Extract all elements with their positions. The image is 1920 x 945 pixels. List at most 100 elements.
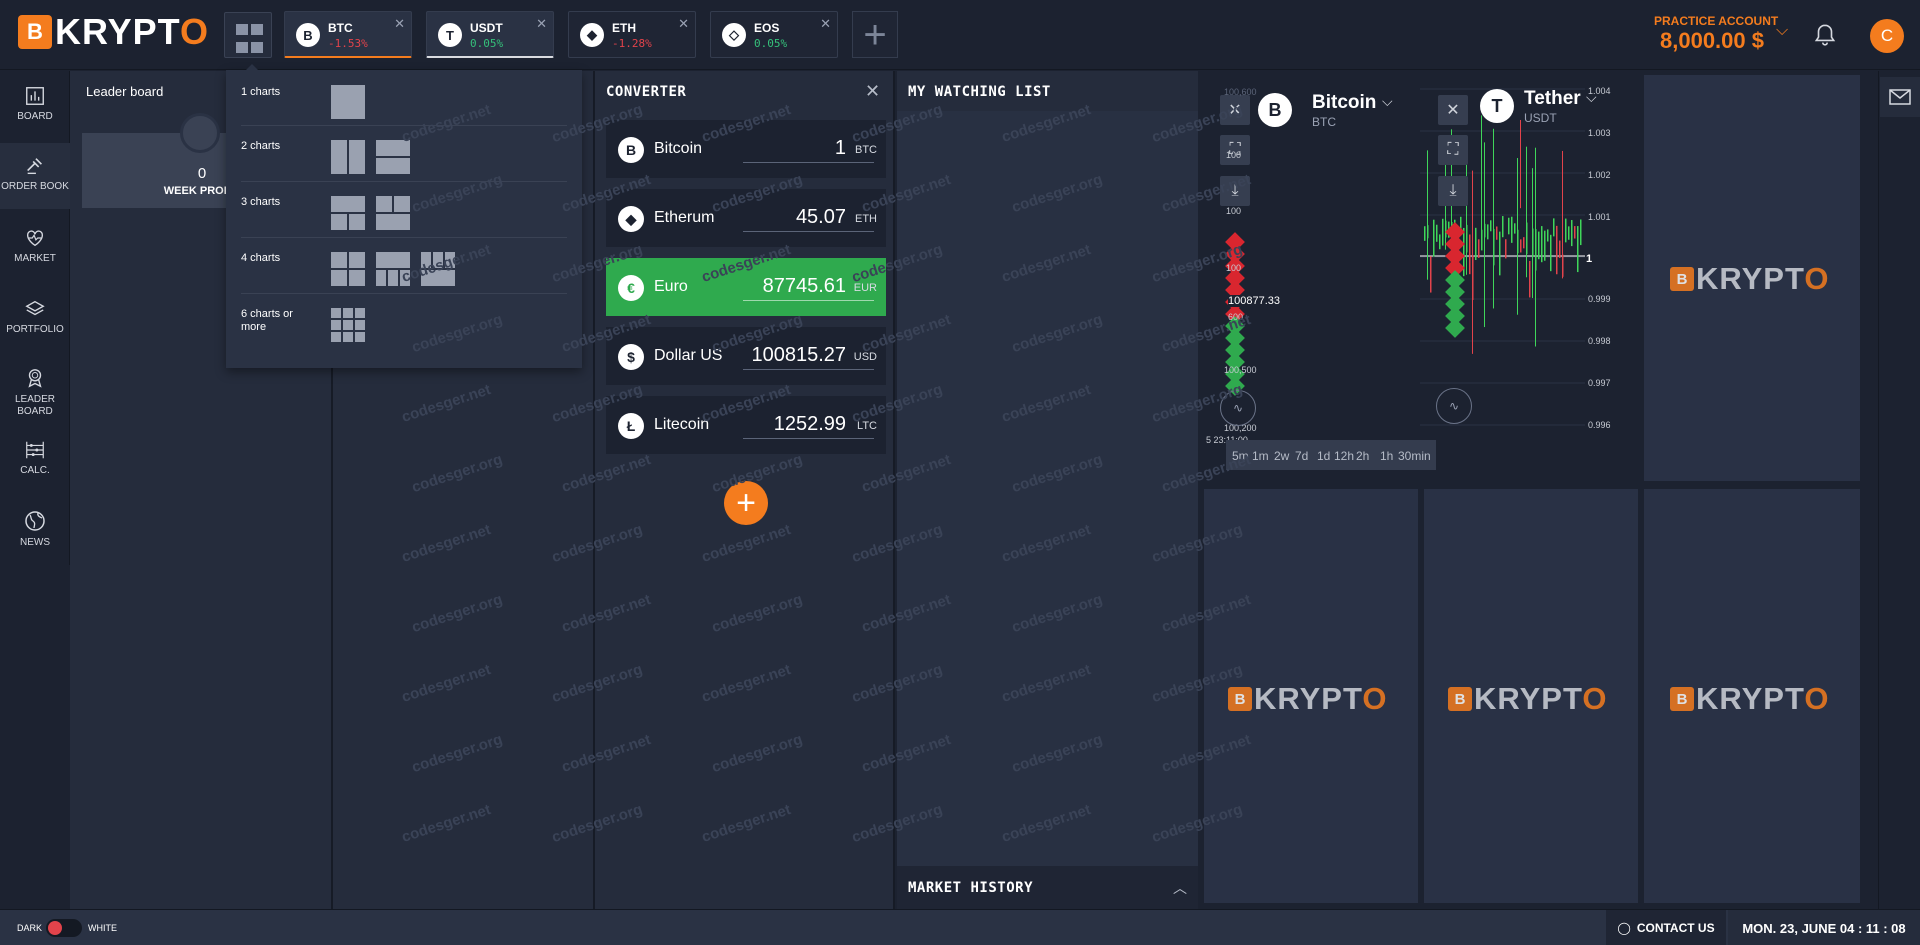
close-icon[interactable]: ✕ — [678, 16, 689, 32]
add-tab-button[interactable]: + — [852, 11, 898, 58]
layout-6-icon[interactable] — [331, 308, 365, 342]
indicators-icon[interactable]: ∿ — [1436, 388, 1472, 424]
converter-row-litecoin[interactable]: Ł Litecoin 1252.99 LTC — [606, 396, 886, 454]
candle-wick — [1481, 115, 1482, 239]
krypto-logo[interactable]: B KRYPTO — [18, 11, 209, 52]
timeframe-option[interactable]: 1m — [1252, 449, 1269, 463]
layout-4c-icon[interactable] — [421, 252, 455, 286]
sidebar-item-news[interactable]: NEWS — [0, 503, 70, 559]
chevron-up-icon[interactable]: ︿ — [1173, 878, 1187, 898]
add-currency-button[interactable]: + — [724, 481, 768, 525]
avatar[interactable]: C — [1870, 19, 1904, 53]
timeframe-option[interactable]: 2w — [1274, 449, 1289, 463]
amount-input[interactable]: 1252.99 — [774, 413, 846, 436]
layout-option-4[interactable]: 4 charts — [241, 238, 567, 294]
converter-row-euro[interactable]: € Euro 87745.61 EUR — [606, 258, 886, 316]
layout-3a-icon[interactable] — [331, 196, 365, 230]
close-icon[interactable]: ✕ — [865, 81, 880, 102]
amount-input[interactable]: 1 — [835, 137, 846, 160]
layout-option-2[interactable]: 2 charts — [241, 126, 567, 182]
bitcoin-chart-cell: B Bitcoin ⌵ BTC ✕ ⛶ ⤓ 100,600 100 100 10… — [1204, 75, 1414, 475]
chevron-down-icon[interactable]: ⌵ — [1382, 93, 1393, 110]
layout-1-icon[interactable] — [331, 85, 365, 119]
layout-4a-icon[interactable] — [331, 252, 365, 286]
krypto-logo: B KRYPTO — [1228, 681, 1387, 717]
candle — [1553, 218, 1555, 237]
empty-chart-cell[interactable]: B KRYPTO — [1644, 489, 1860, 903]
timeframe-option[interactable]: 1h — [1380, 449, 1393, 463]
download-icon[interactable]: ⤓ — [1220, 176, 1250, 206]
candle — [1547, 229, 1549, 242]
close-icon[interactable]: ✕ — [394, 16, 405, 32]
price-tick: 100,500 — [1224, 365, 1257, 375]
tab-eos[interactable]: ◇ EOS 0.05% ✕ — [710, 11, 838, 58]
candle — [1439, 234, 1441, 250]
converter-row-bitcoin[interactable]: B Bitcoin 1 BTC — [606, 120, 886, 178]
converter-row-dollar[interactable]: $ Dollar US 100815.27 USD — [606, 327, 886, 385]
layout-option-3[interactable]: 3 charts — [241, 182, 567, 238]
market-history-bar[interactable]: MARKET HISTORY ︿ — [897, 866, 1198, 909]
candle — [1577, 226, 1579, 273]
timeframe-option[interactable]: 7d — [1295, 449, 1308, 463]
download-icon[interactable]: ⤓ — [1438, 176, 1468, 206]
chart-title[interactable]: Tether — [1524, 88, 1581, 110]
indicators-icon[interactable]: ∿ — [1220, 390, 1256, 426]
candle — [1514, 223, 1516, 234]
fullscreen-icon[interactable]: ⛶ — [1438, 135, 1468, 165]
chart-title[interactable]: Bitcoin — [1312, 92, 1376, 114]
tab-btc[interactable]: B BTC -1.53% ✕ — [284, 11, 412, 58]
timeframe-option[interactable]: 12h — [1334, 449, 1354, 463]
layout-2-vertical-icon[interactable] — [331, 140, 365, 174]
theme-toggle[interactable] — [46, 919, 82, 937]
tab-usdt[interactable]: T USDT 0.05% ✕ — [426, 11, 554, 58]
sidebar-item-market[interactable]: MARKET — [0, 219, 70, 279]
account-balance[interactable]: 8,000.00 $ — [1660, 28, 1764, 54]
close-icon[interactable]: ✕ — [1220, 95, 1250, 125]
sidebar-item-order-book[interactable]: ORDER BOOK — [0, 143, 70, 209]
candle-wick — [1535, 147, 1536, 347]
close-icon[interactable]: ✕ — [536, 16, 547, 32]
layout-option-1[interactable]: 1 charts — [241, 70, 567, 126]
layout-grid-button[interactable] — [224, 12, 272, 58]
close-icon[interactable]: ✕ — [1438, 95, 1468, 125]
close-icon[interactable]: ✕ — [820, 16, 831, 32]
amount-input[interactable]: 87745.61 — [763, 275, 846, 298]
empty-chart-cell[interactable]: B KRYPTO — [1424, 489, 1638, 903]
amount-input[interactable]: 100815.27 — [751, 344, 846, 367]
layout-option-label: 4 charts — [241, 252, 281, 264]
account-type[interactable]: PRACTICE ACCOUNT — [1654, 14, 1778, 28]
tab-change: -1.53% — [328, 37, 368, 50]
market-history-title: MARKET HISTORY — [908, 880, 1034, 896]
timeframe-option[interactable]: 30min — [1398, 449, 1431, 463]
contact-us-button[interactable]: ◯ CONTACT US — [1606, 910, 1726, 945]
sidebar-item-leader-board[interactable]: LEADER BOARD — [0, 360, 70, 424]
empty-chart-cell[interactable]: B KRYPTO — [1644, 75, 1860, 481]
sidebar-item-board[interactable]: BOARD — [0, 79, 70, 137]
sidebar-item-portfolio[interactable]: PORTFOLIO — [0, 290, 70, 350]
layout-option-6[interactable]: 6 charts or more — [241, 294, 567, 350]
converter-panel: CONVERTER ✕ B Bitcoin 1 BTC ◆ Etherum 45… — [595, 71, 895, 909]
empty-chart-cell[interactable]: B KRYPTO — [1204, 489, 1418, 903]
timeframe-option[interactable]: 1d — [1317, 449, 1330, 463]
currency-code: ETH — [855, 213, 877, 225]
timeframe-option[interactable]: 5m — [1232, 449, 1249, 463]
timeframe-option[interactable]: 2h — [1356, 449, 1369, 463]
candle — [1544, 230, 1546, 261]
chart-symbol: BTC — [1312, 115, 1336, 129]
sidebar-item-calc[interactable]: CALC. — [0, 433, 70, 489]
converter-title: CONVERTER — [606, 84, 687, 100]
chevron-down-icon[interactable]: ⌵ — [1776, 22, 1788, 40]
candle — [1568, 226, 1570, 240]
ethereum-icon: ◆ — [580, 23, 604, 47]
layout-2-horizontal-icon[interactable] — [376, 140, 410, 174]
mail-icon[interactable] — [1880, 77, 1920, 117]
krypto-logo: B KRYPTO — [1448, 681, 1607, 717]
watching-list-title: MY WATCHING LIST — [908, 84, 1051, 100]
bell-icon[interactable] — [1812, 22, 1838, 48]
layout-3b-icon[interactable] — [376, 196, 410, 230]
dollar-icon: $ — [618, 344, 644, 370]
layout-4b-icon[interactable] — [376, 252, 410, 286]
amount-input[interactable]: 45.07 — [796, 206, 846, 229]
converter-row-ethereum[interactable]: ◆ Etherum 45.07 ETH — [606, 189, 886, 247]
tab-eth[interactable]: ◆ ETH -1.28% ✕ — [568, 11, 696, 58]
